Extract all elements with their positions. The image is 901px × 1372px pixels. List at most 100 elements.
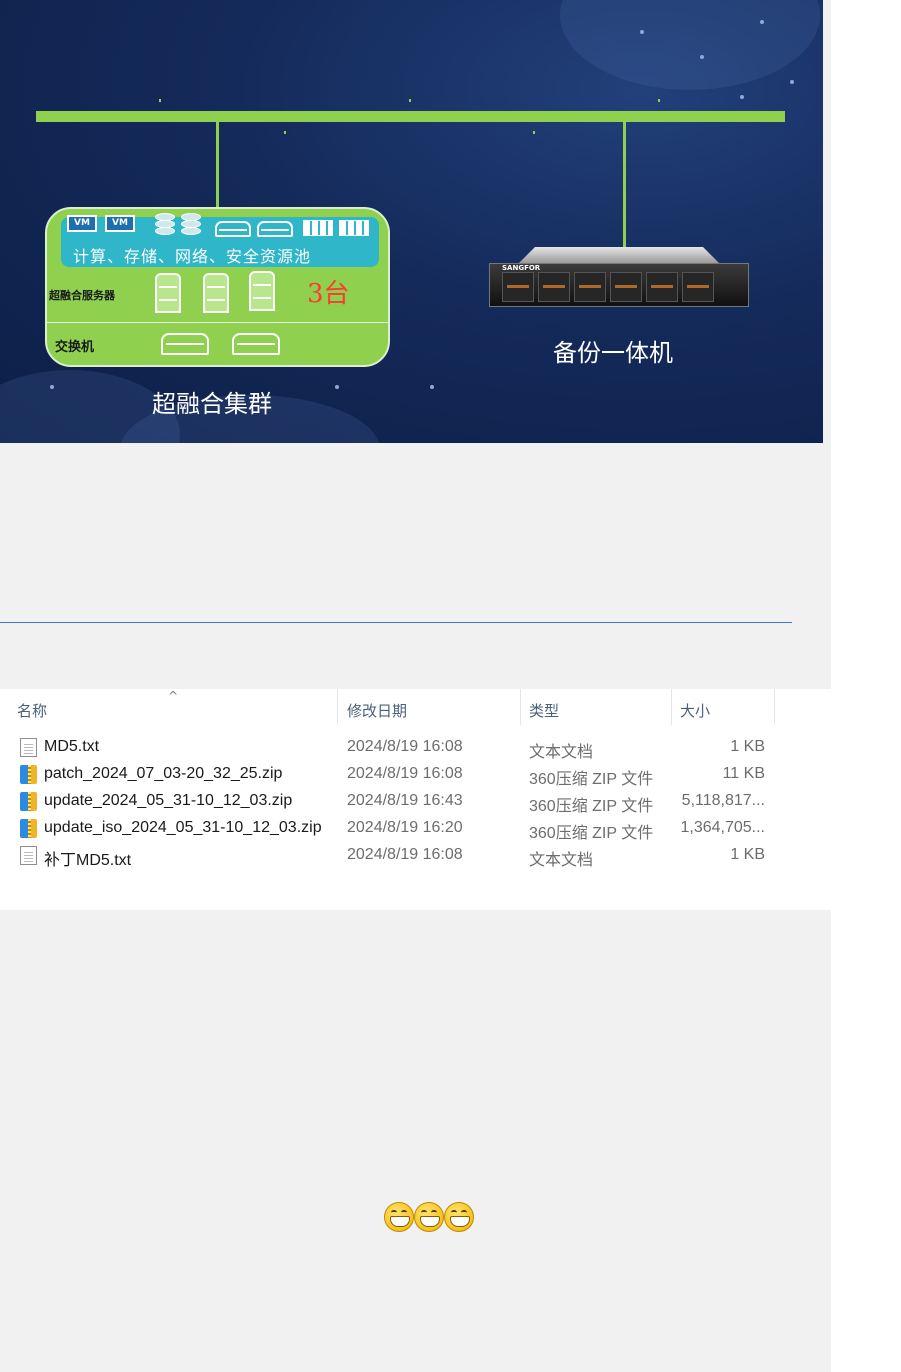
zip-archive-icon [20, 819, 37, 838]
network-bus-line [36, 111, 785, 122]
file-size: 11 KB [722, 765, 765, 782]
appliance-brand: SANGFOR [502, 264, 541, 272]
emoji-eye [451, 1210, 457, 1215]
drive-bay [646, 272, 678, 302]
emoji-eye [461, 1210, 467, 1215]
column-divider[interactable] [774, 689, 775, 725]
drive-bay [574, 272, 606, 302]
drive-bay [502, 272, 534, 302]
cluster-uplink [216, 122, 219, 208]
star-dot [430, 385, 434, 389]
drive-bay [682, 272, 714, 302]
grin-emoji-icon [384, 1202, 414, 1232]
firewall-icon [303, 220, 333, 236]
file-explorer-list: ^ 名称 修改日期 类型 大小 MD5.txt 2024/8/19 16:08 … [0, 689, 831, 910]
emoji-teeth [450, 1216, 470, 1227]
column-header-type[interactable]: 类型 [529, 700, 559, 726]
column-header-size[interactable]: 大小 [680, 700, 710, 726]
bus-tick [533, 131, 535, 134]
file-size: 5,118,817... [681, 792, 765, 809]
file-date: 2024/8/19 16:08 [347, 846, 463, 863]
file-type: 360压缩 ZIP 文件 [529, 771, 654, 788]
resource-pool-label: 计算、存储、网络、安全资源池 [73, 247, 312, 266]
file-row[interactable]: patch_2024_07_03-20_32_25.zip 2024/8/19 … [0, 762, 831, 788]
star-dot [335, 385, 339, 389]
cloud-decoration [560, 0, 820, 90]
star-dot [790, 80, 794, 84]
vm-icon: VM [67, 215, 97, 232]
server-icon [249, 271, 275, 311]
text-file-icon [20, 846, 37, 865]
file-date: 2024/8/19 16:08 [347, 738, 463, 755]
file-type: 文本文档 [529, 744, 594, 761]
column-header-date[interactable]: 修改日期 [347, 700, 407, 726]
bus-tick [159, 99, 161, 102]
bus-tick [409, 99, 411, 102]
switch-label: 交换机 [55, 340, 95, 355]
file-type: 文本文档 [529, 852, 594, 869]
cluster-panel: VM VM 计算、存储、网络、安全资源池 超融合服务器 3台 交换机 [45, 207, 390, 367]
file-name: patch_2024_07_03-20_32_25.zip [44, 765, 283, 782]
vm-icon: VM [105, 215, 135, 232]
zip-archive-icon [20, 765, 37, 784]
column-header-name[interactable]: 名称 [17, 700, 47, 726]
appliance-front-panel: SANGFOR [489, 263, 749, 307]
server-icon [203, 273, 229, 313]
file-name: MD5.txt [44, 738, 100, 755]
cluster-caption: 超融合集群 [152, 390, 272, 418]
file-date: 2024/8/19 16:43 [347, 792, 463, 809]
grin-emoji-icon [414, 1202, 444, 1232]
file-date: 2024/8/19 16:20 [347, 819, 463, 836]
firewall-icon [339, 220, 369, 236]
file-name: update_2024_05_31-10_12_03.zip [44, 792, 293, 809]
file-size: 1,364,705... [680, 819, 765, 836]
sort-ascending-icon[interactable]: ^ [168, 689, 178, 703]
file-row[interactable]: update_iso_2024_05_31-10_12_03.zip 2024/… [0, 816, 831, 842]
emoji-teeth [390, 1216, 410, 1227]
emoji-eye [401, 1210, 407, 1215]
column-divider[interactable] [337, 689, 338, 725]
drive-bay [610, 272, 642, 302]
file-name: 补丁MD5.txt [44, 852, 132, 869]
server-icon [155, 273, 181, 313]
switch-device-icon [161, 333, 209, 355]
star-dot [640, 30, 644, 34]
appliance-caption: 备份一体机 [553, 339, 673, 367]
bus-tick [658, 99, 660, 102]
bus-tick [284, 131, 286, 134]
section-separator [0, 622, 792, 623]
backup-appliance-image: SANGFOR [489, 247, 749, 307]
star-dot [760, 20, 764, 24]
file-row[interactable]: MD5.txt 2024/8/19 16:08 文本文档 1 KB [0, 735, 831, 761]
star-dot [50, 385, 54, 389]
file-type: 360压缩 ZIP 文件 [529, 798, 654, 815]
network-switch-icon [215, 221, 251, 237]
file-type: 360压缩 ZIP 文件 [529, 825, 654, 842]
zip-archive-icon [20, 792, 37, 811]
server-count: 3台 [307, 279, 350, 309]
appliance-uplink [623, 122, 626, 248]
network-switch-icon [257, 221, 293, 237]
servers-label: 超融合服务器 [49, 289, 115, 302]
file-size: 1 KB [730, 738, 765, 755]
switch-device-icon [232, 333, 280, 355]
storage-disk-icon [181, 227, 201, 235]
column-divider[interactable] [671, 689, 672, 725]
emoji-eye [391, 1210, 397, 1215]
file-name: update_iso_2024_05_31-10_12_03.zip [44, 819, 322, 836]
text-file-icon [20, 738, 37, 757]
panel-divider [47, 322, 388, 323]
grin-emoji-icon [444, 1202, 474, 1232]
drive-bay [538, 272, 570, 302]
appliance-chassis-top [519, 247, 719, 263]
emoji-eye [431, 1210, 437, 1215]
file-size: 1 KB [730, 846, 765, 863]
file-row[interactable]: 补丁MD5.txt 2024/8/19 16:08 文本文档 1 KB [0, 843, 831, 869]
file-row[interactable]: update_2024_05_31-10_12_03.zip 2024/8/19… [0, 789, 831, 815]
emoji-teeth [420, 1216, 440, 1227]
file-date: 2024/8/19 16:08 [347, 765, 463, 782]
emoji-eye [421, 1210, 427, 1215]
star-dot [740, 95, 744, 99]
star-dot [700, 55, 704, 59]
column-divider[interactable] [520, 689, 521, 725]
